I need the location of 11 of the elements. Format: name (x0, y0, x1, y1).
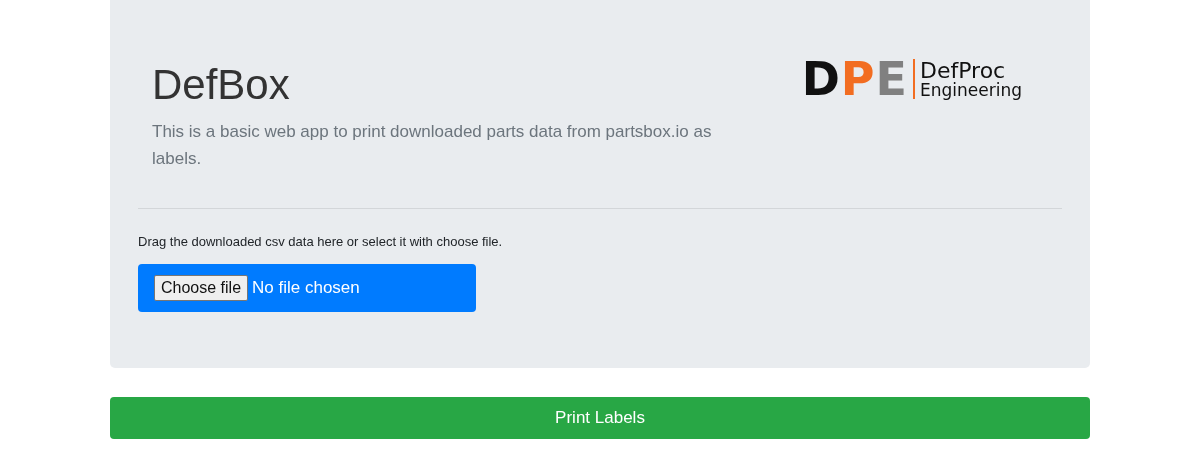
logo-subtitle: Engineering (920, 81, 1022, 99)
app-description: This is a basic web app to print downloaded parts data from partsbox.io as labels. (152, 121, 712, 171)
file-status: No file chosen (252, 278, 360, 299)
file-input[interactable]: Choose file No file chosen (138, 264, 476, 313)
logo-letter: D (801, 56, 841, 102)
logo-letter: E (875, 56, 908, 102)
app-title: DefBox (152, 62, 291, 109)
logo-letter: P (840, 56, 876, 102)
choose-file-button[interactable]: Choose file (154, 275, 249, 302)
upload-instructions: Drag the downloaded csv data here or select it with choose file. (138, 234, 504, 250)
logo-name: DefProc (920, 59, 1006, 82)
